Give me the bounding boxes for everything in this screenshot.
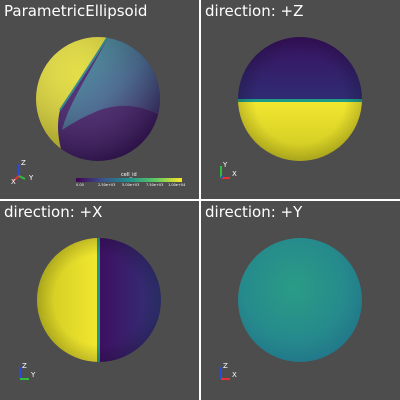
viewport-title: direction: +Y	[205, 203, 303, 221]
orientation-axes: Z X Y	[11, 159, 34, 186]
viewport-parametric-ellipsoid[interactable]: ParametricEllipsoid Z X Y cell_id 0.00 2…	[0, 0, 199, 199]
scalar-bar-tick: 2.50e+03	[98, 183, 116, 187]
axis-label-z: Z	[223, 362, 228, 370]
scalar-bar: cell_id 0.00 2.50e+03 5.00e+03 7.50e+03 …	[76, 172, 186, 192]
viewport-direction-z[interactable]: direction: +Z Y X	[201, 0, 400, 199]
axis-label-y: Y	[30, 371, 36, 379]
scalar-bar-gradient	[76, 178, 182, 182]
axis-label-z: Z	[21, 159, 26, 167]
viewport-direction-y[interactable]: direction: +Y Z X	[201, 201, 400, 400]
orientation-axes: Y X	[220, 161, 237, 179]
viewport-direction-x[interactable]: direction: +X Z Y	[0, 201, 199, 400]
orientation-axes: Z X	[220, 362, 237, 380]
orientation-axes: Z Y	[19, 362, 36, 380]
scalar-bar-tick: 1.00e+04	[168, 183, 186, 187]
viewport-title: direction: +Z	[205, 2, 304, 20]
axis-label-x: X	[232, 371, 237, 379]
viewport-title: direction: +X	[4, 203, 103, 221]
axis-label-y: Y	[28, 174, 34, 182]
scalar-bar-tick: 5.00e+03	[122, 183, 140, 187]
axis-label-x: X	[11, 178, 16, 186]
scalar-bar-tick: 0.00	[76, 183, 84, 187]
viewport-title: ParametricEllipsoid	[4, 2, 148, 20]
axis-label-y: Y	[222, 161, 228, 169]
axis-label-x: X	[232, 170, 237, 178]
scalar-bar-tick: 7.50e+03	[146, 183, 164, 187]
axis-label-z: Z	[22, 362, 27, 370]
